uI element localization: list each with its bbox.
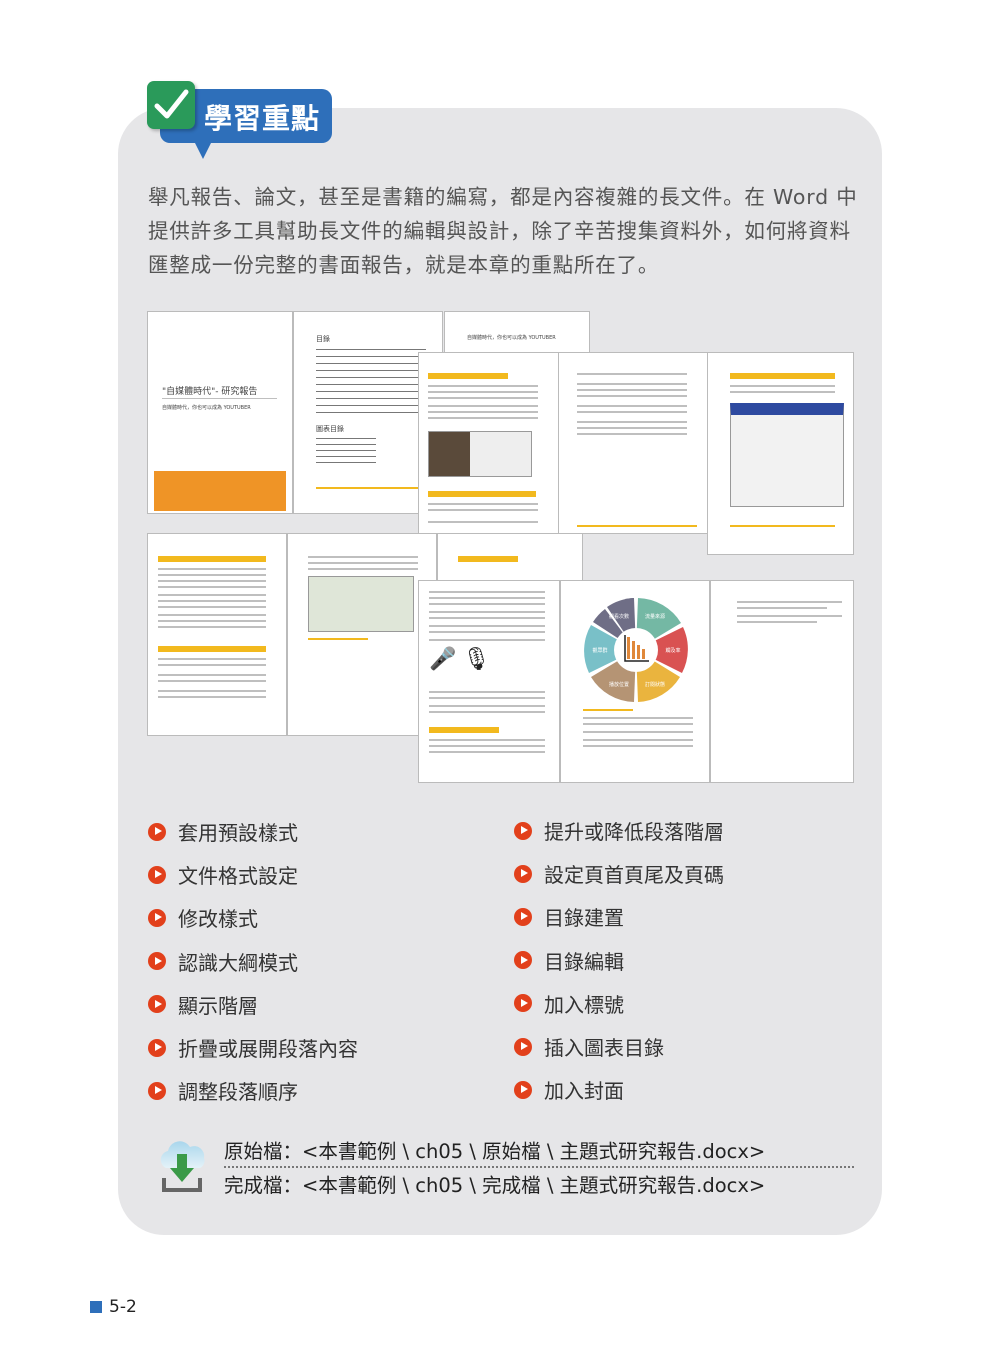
play-bullet-icon	[514, 1080, 532, 1099]
intro-paragraph: 舉凡報告、論文，甚至是書籍的編寫，都是內容複雜的長文件。在 Word 中提供許多…	[148, 185, 858, 277]
play-bullet-icon	[514, 821, 532, 840]
topic-item: 調整段落順序	[148, 1069, 358, 1112]
toc-title: 目錄	[316, 335, 330, 343]
page-thumbnail-11: 觀看次數 流量來源 觸及率 訂閱狀態 播放位置 觀眾群	[560, 580, 710, 783]
play-bullet-icon	[148, 1081, 166, 1100]
badge-tail	[194, 141, 212, 159]
dotted-divider	[224, 1166, 854, 1168]
play-bullet-icon	[148, 995, 166, 1014]
topic-item: 加入封面	[514, 1068, 724, 1111]
example-files: 原始檔：<本書範例 \ ch05 \ 原始檔 \ 主題式研究報告.docx> 完…	[224, 1138, 765, 1206]
page3-title: 自媒體時代，你也可以成為 YOUTUBER	[467, 335, 556, 341]
topic-item: 認識大綱模式	[148, 940, 358, 983]
play-bullet-icon	[148, 822, 166, 841]
diagram-label: 訂閱狀態	[645, 681, 665, 688]
play-bullet-icon	[514, 907, 532, 926]
page-thumbnail-10: 🎤🎙	[418, 580, 560, 783]
play-bullet-icon	[514, 1037, 532, 1056]
play-bullet-icon	[148, 865, 166, 884]
topic-item: 設定頁首頁尾及頁碼	[514, 852, 724, 895]
topics-left: 套用預設樣式 文件格式設定 修改樣式 認識大綱模式 顯示階層 折疊或展開段落內容…	[148, 810, 358, 1112]
topic-item: 修改樣式	[148, 896, 358, 939]
finished-file-path: 完成檔：<本書範例 \ ch05 \ 完成檔 \ 主題式研究報告.docx>	[224, 1174, 766, 1197]
page-thumbnail-cover: "自媒體時代"- 研究報告 自媒體時代，你也可以成為 YOUTUBER	[147, 311, 293, 514]
play-bullet-icon	[148, 908, 166, 927]
cover-title: "自媒體時代"- 研究報告	[162, 387, 258, 397]
cover-subtitle: 自媒體時代，你也可以成為 YOUTUBER	[162, 405, 251, 411]
page-thumbnail-6	[707, 352, 854, 555]
page-thumbnail-7	[147, 533, 287, 736]
play-bullet-icon	[148, 952, 166, 971]
diagram-label: 觸及率	[665, 647, 680, 654]
topic-item: 顯示階層	[148, 983, 358, 1026]
page-thumbnail-8	[287, 533, 437, 736]
topic-item: 加入標號	[514, 982, 724, 1025]
topic-item: 文件格式設定	[148, 853, 358, 896]
page-thumbnail-4	[418, 352, 559, 534]
page-thumbnail-5	[558, 352, 708, 534]
topic-item: 提升或降低段落階層	[514, 809, 724, 852]
page-number: 5-2	[90, 1297, 137, 1317]
analytics-cycle-diagram: 觀看次數 流量來源 觸及率 訂閱狀態 播放位置 觀眾群	[584, 598, 688, 702]
diagram-label: 流量來源	[645, 613, 665, 620]
figure-toc-title: 圖表目錄	[316, 425, 344, 433]
microphone-icons: 🎤🎙	[429, 647, 497, 672]
diagram-label: 播放位置	[609, 681, 629, 688]
diagram-label: 觀眾群	[592, 647, 607, 654]
topic-item: 折疊或展開段落內容	[148, 1026, 358, 1069]
section-title: 學習重點	[204, 102, 321, 135]
topic-item: 目錄編輯	[514, 939, 724, 982]
play-bullet-icon	[514, 951, 532, 970]
play-bullet-icon	[514, 994, 532, 1013]
topic-item: 目錄建置	[514, 895, 724, 938]
cloud-download-icon	[160, 1141, 205, 1192]
play-bullet-icon	[148, 1038, 166, 1057]
diagram-label: 觀看次數	[609, 613, 629, 620]
page-thumbnail-12	[710, 580, 854, 783]
checkmark-icon	[147, 81, 195, 129]
topics-right: 提升或降低段落階層 設定頁首頁尾及頁碼 目錄建置 目錄編輯 加入標號 插入圖表目…	[514, 809, 724, 1111]
topic-item: 套用預設樣式	[148, 810, 358, 853]
play-bullet-icon	[514, 864, 532, 883]
square-marker-icon	[90, 1301, 102, 1313]
topic-item: 插入圖表目錄	[514, 1025, 724, 1068]
